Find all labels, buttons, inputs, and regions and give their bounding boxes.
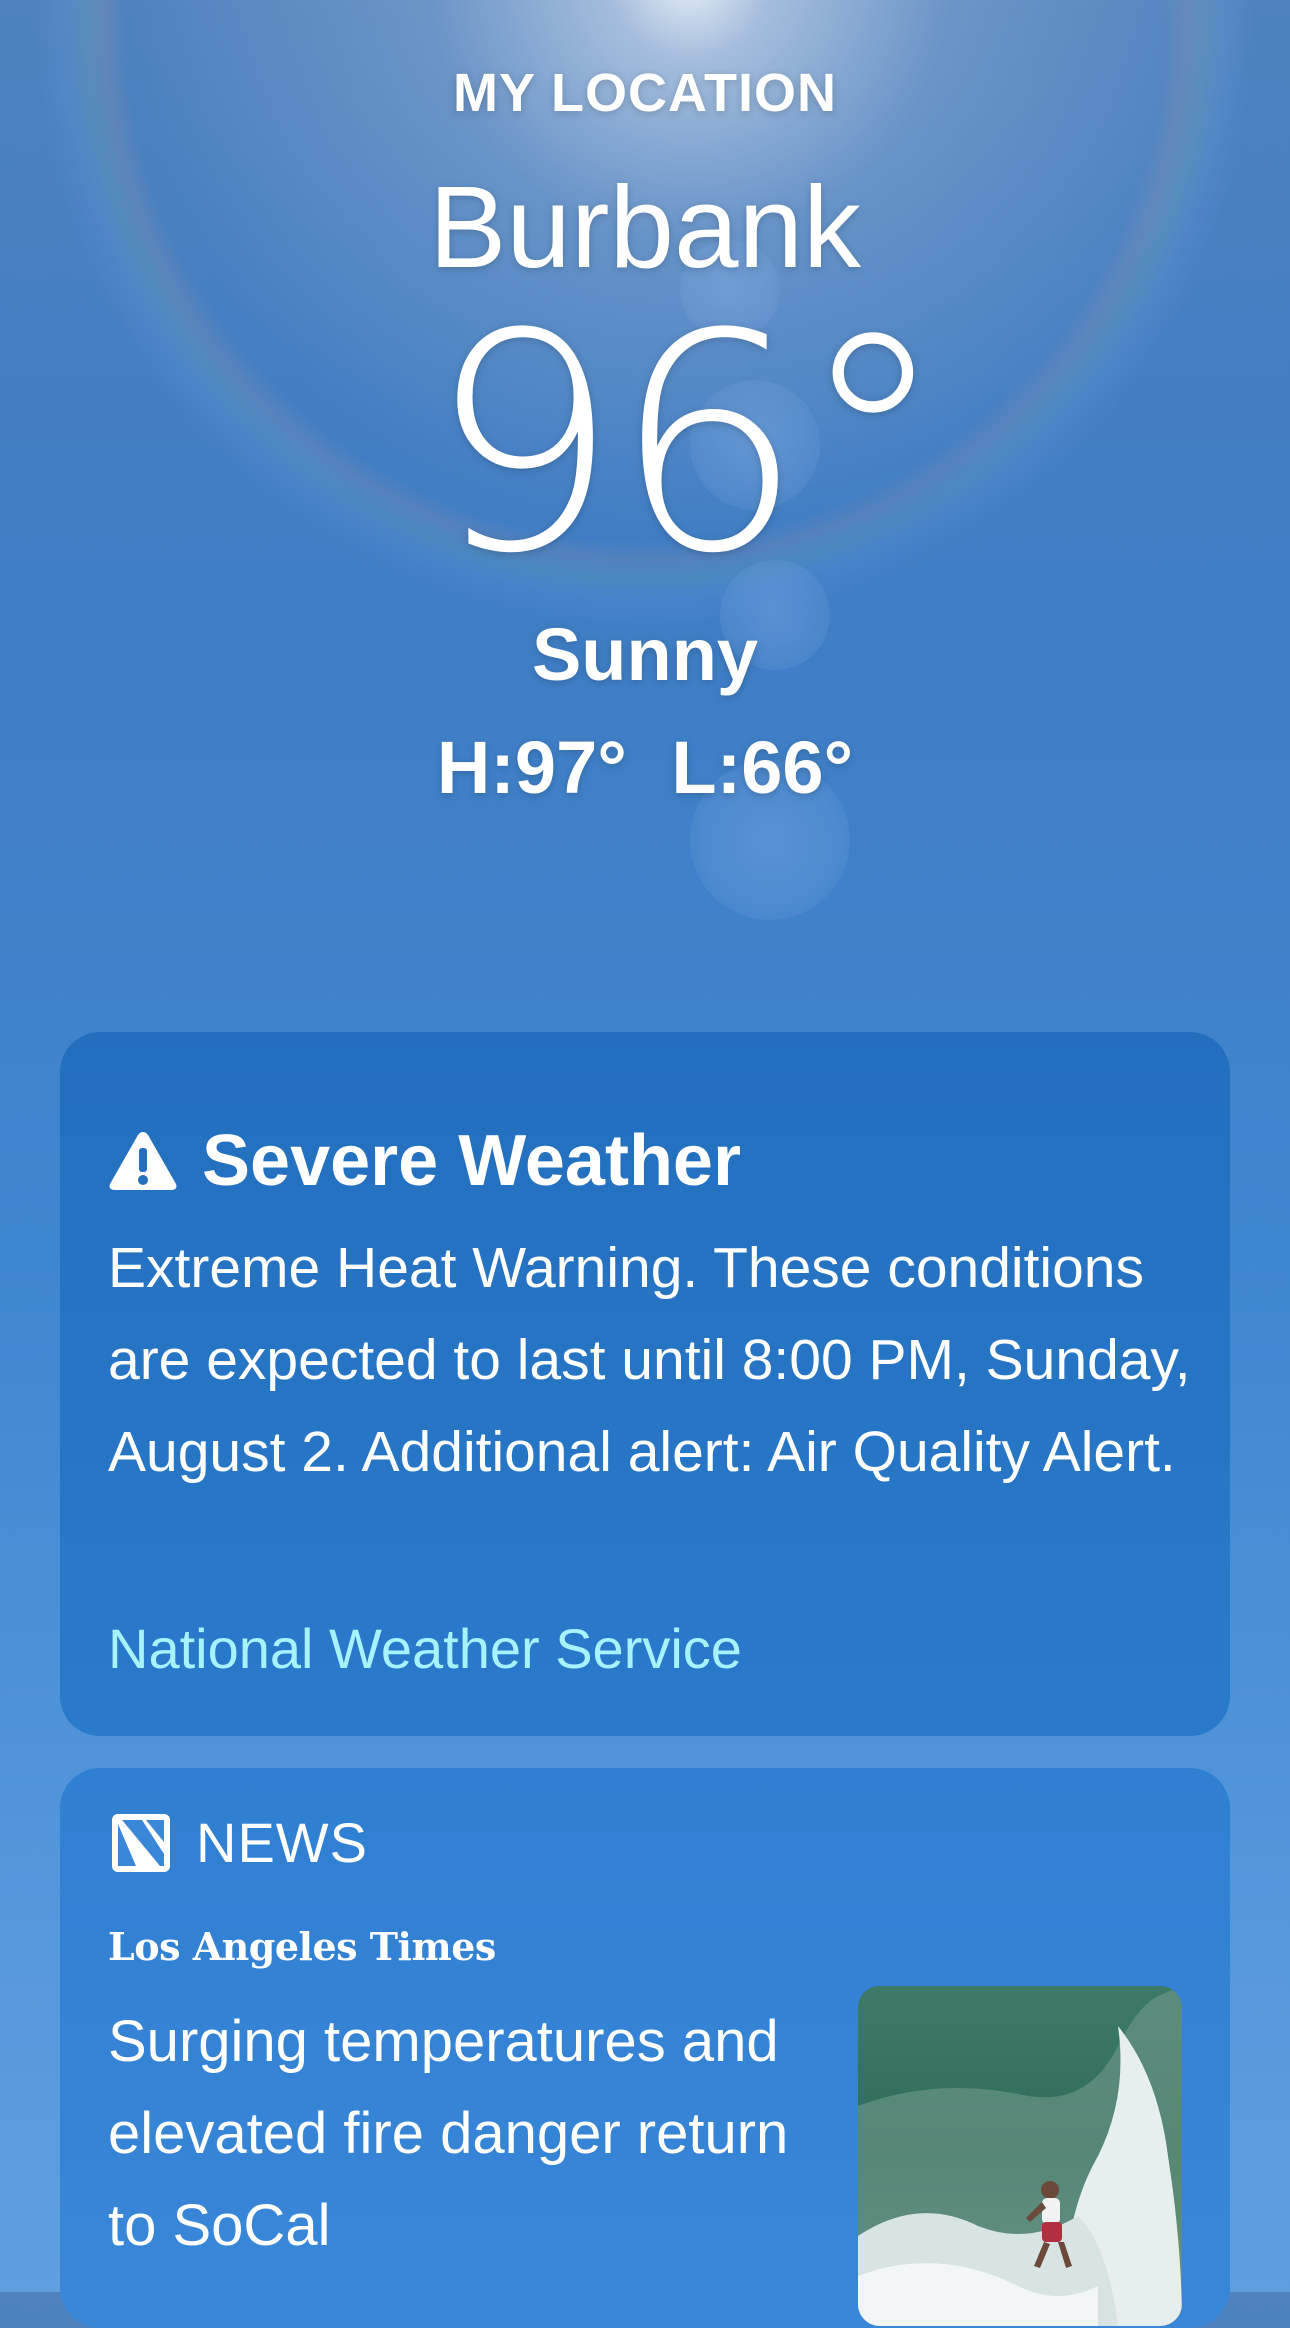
warning-triangle-icon	[109, 1132, 177, 1190]
high-temperature: H:97°	[436, 726, 627, 809]
source-link[interactable]: National Weather Service	[108, 1616, 742, 1681]
low-temperature: L:66°	[671, 726, 854, 809]
high-low-temperatures: H:97° L:66°	[0, 725, 1290, 810]
news-headline[interactable]: Surging temperatures and elevated fire d…	[108, 1996, 808, 2272]
weather-condition: Sunny	[531, 613, 759, 696]
apple-news-icon	[112, 1813, 170, 1872]
publisher-logo: Los Angeles Times	[108, 1924, 496, 1969]
alert-description: Extreme Heat Warning. These conditions a…	[108, 1236, 1191, 1484]
news-label: NEWS	[196, 1811, 368, 1874]
current-temperature: 96°	[428, 270, 948, 619]
news-header: NEWS	[112, 1810, 368, 1875]
surfer-wave-image	[858, 1986, 1182, 2326]
news-card[interactable]: NEWS Los Angeles Times Surging temperatu…	[60, 1768, 1230, 2328]
severe-weather-card[interactable]: Severe Weather Extreme Heat Warning. The…	[60, 1032, 1230, 1736]
location-label: MY LOCATION	[453, 63, 837, 123]
severe-weather-title: Severe Weather	[108, 1120, 741, 1202]
news-thumbnail[interactable]	[858, 1986, 1182, 2326]
severe-weather-heading: Severe Weather	[202, 1121, 741, 1201]
